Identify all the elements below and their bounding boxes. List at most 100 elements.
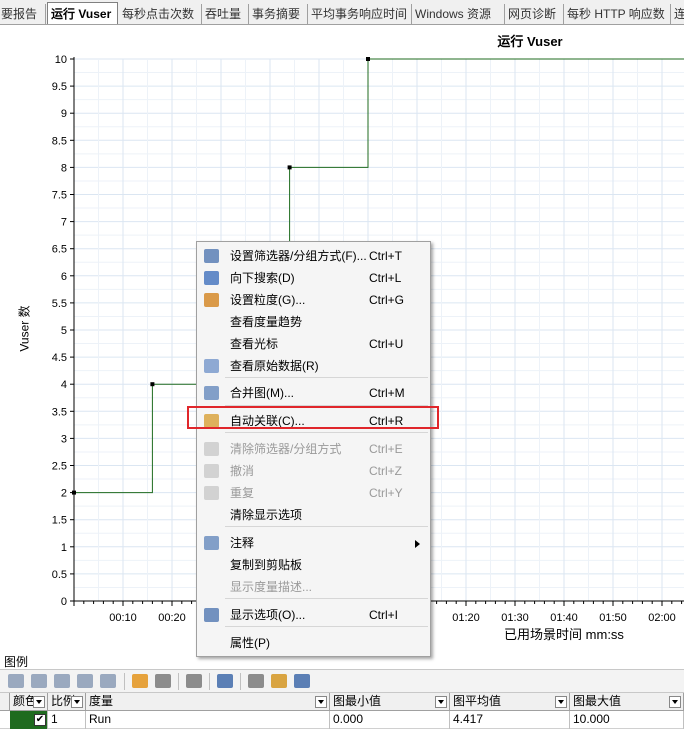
export-icon[interactable] (294, 674, 310, 688)
chevron-down-icon[interactable] (435, 696, 447, 708)
menu-item-shortcut: Ctrl+G (369, 293, 405, 307)
column-header-color[interactable]: 颜色 (10, 693, 48, 711)
menu-item-15: 显示度量描述... (197, 576, 430, 598)
clear-filter-icon (204, 442, 219, 456)
series-avg: 4.417 (450, 711, 570, 729)
menu-item-6[interactable]: 查看原始数据(R) (197, 355, 430, 377)
undo-icon (204, 464, 219, 478)
y-tick-label: 5.5 (52, 298, 67, 310)
legend-row-run[interactable]: ✔ 1 Run 0.000 4.417 10.000 (0, 711, 684, 729)
y-tick-label: 8.5 (52, 135, 67, 147)
menu-item-shortcut: Ctrl+Y (369, 486, 403, 500)
series-color-swatch[interactable]: ✔ (10, 711, 48, 729)
y-tick-label: 3 (61, 433, 67, 445)
x-tick-label: 02:00 (648, 612, 676, 624)
chevron-down-icon[interactable] (315, 696, 327, 708)
menu-item-3[interactable]: 设置粒度(G)... Ctrl+G (197, 289, 430, 311)
menu-separator (225, 598, 428, 599)
menu-separator (225, 432, 428, 433)
y-tick-label: 4 (61, 379, 67, 391)
menu-item-2[interactable]: 向下搜索(D) Ctrl+L (197, 267, 430, 289)
group-icon[interactable] (248, 674, 264, 688)
menu-item-label: 查看原始数据(R) (230, 359, 319, 373)
menu-item-shortcut: Ctrl+M (369, 386, 405, 400)
column-header-min[interactable]: 图最小值 (330, 693, 450, 711)
y-tick-label: 0 (61, 596, 67, 608)
y-tick-label: 7.5 (52, 190, 67, 202)
menu-item-4[interactable]: 查看度量趋势 (197, 311, 430, 333)
configure-icon[interactable] (186, 674, 202, 688)
chevron-down-icon[interactable] (669, 696, 681, 708)
menu-item-label: 重复 (230, 486, 255, 500)
menu-item-label: 向下搜索(D) (230, 271, 295, 285)
series-measure: Run (86, 711, 330, 729)
series-scale: 1 (48, 711, 86, 729)
y-tick-label: 1 (61, 542, 67, 554)
scale-icon[interactable] (155, 674, 171, 688)
column-header-measure[interactable]: 度量 (86, 693, 330, 711)
menu-separator (225, 526, 428, 527)
filter-icon[interactable] (100, 674, 116, 688)
display-options-icon (204, 608, 219, 622)
annotation-highlight-box (187, 406, 439, 429)
chevron-down-icon[interactable] (71, 696, 83, 708)
legend-toolbar (0, 669, 684, 693)
data-point (287, 165, 292, 170)
merge-graph-icon (204, 386, 219, 400)
hide-all-icon[interactable] (31, 674, 47, 688)
x-tick-label: 00:20 (158, 612, 186, 624)
legend-grid-header: 颜色 比例 度量 图最小值 图平均值 图最大值 (0, 693, 684, 711)
legend-title: 图例 (4, 655, 29, 669)
x-tick-label: 01:20 (452, 612, 480, 624)
color-icon[interactable] (132, 674, 148, 688)
y-tick-label: 10 (55, 54, 67, 66)
y-tick-label: 4.5 (52, 352, 67, 364)
y-tick-label: 5 (61, 325, 67, 337)
show-selected-icon[interactable] (54, 674, 70, 688)
column-header-max[interactable]: 图最大值 (570, 693, 684, 711)
menu-item-label: 显示选项(O)... (230, 608, 306, 622)
menu-item-label: 设置筛选器/分组方式(F)... (230, 249, 367, 263)
column-header-avg[interactable]: 图平均值 (450, 693, 570, 711)
menu-separator (225, 377, 428, 378)
sort-icon[interactable] (271, 674, 287, 688)
menu-item-label: 查看度量趋势 (230, 315, 303, 329)
menu-item-1[interactable]: 设置筛选器/分组方式(F)... Ctrl+T (197, 245, 430, 267)
y-tick-label: 2.5 (52, 461, 67, 473)
comment-icon (204, 536, 219, 550)
y-tick-label: 2 (61, 488, 67, 500)
menu-item-shortcut: Ctrl+I (369, 608, 399, 622)
x-tick-label: 01:30 (501, 612, 529, 624)
x-tick-label: 01:40 (550, 612, 578, 624)
menu-item-13[interactable]: 注释 (197, 532, 430, 554)
data-point (366, 57, 370, 61)
menu-item-7[interactable]: 合并图(M)... Ctrl+M (197, 382, 430, 404)
menu-item-9: 清除筛选器/分组方式 Ctrl+E (197, 438, 430, 460)
y-tick-label: 6 (61, 271, 67, 283)
context-menu: 设置筛选器/分组方式(F)... Ctrl+T 向下搜索(D) Ctrl+L 设置粒度(… (196, 241, 431, 657)
y-tick-label: 7 (61, 217, 67, 229)
menu-item-16[interactable]: 显示选项(O)... Ctrl+I (197, 604, 430, 626)
menu-item-17[interactable]: 属性(P) (197, 632, 430, 654)
menu-item-12[interactable]: 清除显示选项 (197, 504, 430, 526)
menu-item-shortcut: Ctrl+U (369, 337, 404, 351)
toolbar-separator (178, 673, 179, 690)
granularity-icon (204, 293, 219, 307)
menu-item-label: 属性(P) (230, 636, 270, 650)
column-header-scale[interactable]: 比例 (48, 693, 86, 711)
show-all-icon[interactable] (8, 674, 24, 688)
y-tick-label: 9.5 (52, 81, 67, 93)
link-icon[interactable] (77, 674, 93, 688)
menu-item-shortcut: Ctrl+T (369, 249, 402, 263)
series-visible-checkbox[interactable]: ✔ (34, 714, 46, 726)
menu-item-14[interactable]: 复制到剪贴板 (197, 554, 430, 576)
menu-item-5[interactable]: 查看光标 Ctrl+U (197, 333, 430, 355)
x-tick-label: 01:50 (599, 612, 627, 624)
chevron-down-icon[interactable] (555, 696, 567, 708)
filter-icon (204, 249, 219, 263)
menu-item-label: 撤消 (230, 464, 255, 478)
row-header (0, 693, 10, 711)
chevron-down-icon[interactable] (33, 696, 45, 708)
toolbar-separator (124, 673, 125, 690)
columns-icon[interactable] (217, 674, 233, 688)
